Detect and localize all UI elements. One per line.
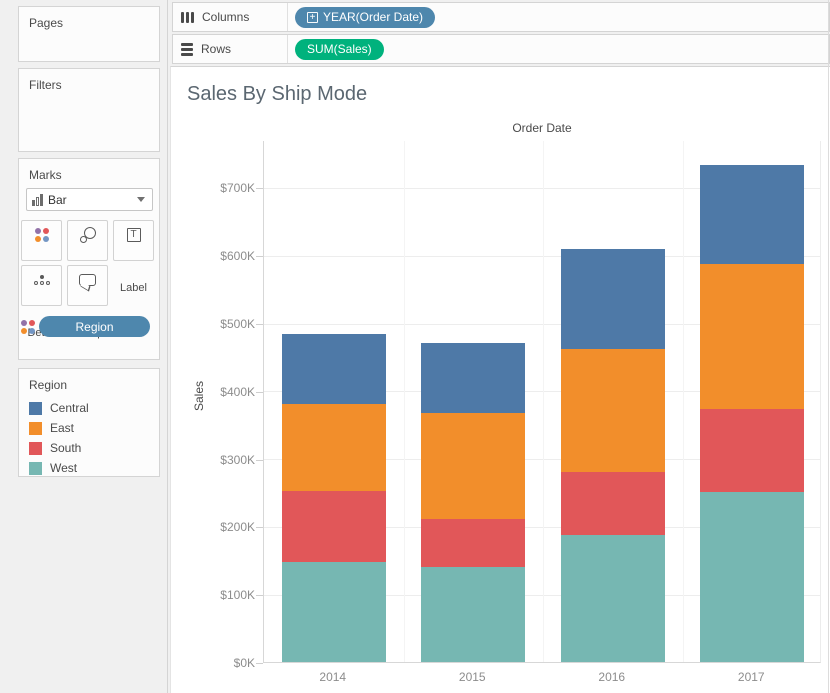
year-order-date-pill[interactable]: + YEAR(Order Date) [295, 7, 435, 28]
y-tick-mark [256, 392, 263, 393]
column-divider [683, 141, 684, 662]
central-swatch [29, 402, 42, 415]
bar-segment-central-2015[interactable] [421, 343, 525, 413]
x-tick-label-2015[interactable]: 2015 [403, 669, 543, 685]
label-button[interactable]: T Label [113, 220, 154, 261]
region-pill[interactable]: Region [39, 316, 150, 337]
bar-segment-east-2016[interactable] [561, 349, 665, 472]
legend-title: Region [19, 369, 159, 392]
detail-dots-icon [34, 275, 50, 285]
y-tick-mark [256, 527, 263, 528]
bar-segment-central-2016[interactable] [561, 249, 665, 349]
south-swatch [29, 442, 42, 455]
bar-segment-central-2014[interactable] [282, 334, 386, 404]
columns-shelf[interactable]: Columns + YEAR(Order Date) [172, 2, 830, 32]
y-tick-label: $500K [191, 316, 255, 332]
bar-segment-south-2015[interactable] [421, 519, 525, 567]
color-dots-icon [35, 228, 49, 242]
color-button[interactable]: Color [21, 220, 62, 261]
column-divider [543, 141, 544, 662]
worksheet: Sales By Ship Mode Order Date Sales $0K$… [170, 66, 830, 693]
y-tick-label: $0K [191, 655, 255, 671]
columns-shelf-head: Columns [173, 3, 288, 31]
sum-sales-pill-text: SUM(Sales) [307, 42, 372, 56]
columns-shelf-label: Columns [202, 10, 249, 24]
y-tick-label: $400K [191, 384, 255, 400]
x-tick-label-2017[interactable]: 2017 [682, 669, 822, 685]
speech-bubble-icon [79, 274, 96, 286]
bar-segment-east-2015[interactable] [421, 413, 525, 519]
legend-item-central[interactable]: Central [19, 398, 159, 418]
chart-pane [263, 141, 821, 663]
column-field-label[interactable]: Order Date [263, 121, 821, 135]
sheet-title[interactable]: Sales By Ship Mode [187, 83, 367, 106]
chevron-down-icon [137, 197, 145, 202]
rows-shelf-head: Rows [173, 35, 288, 63]
pages-shelf-title: Pages [19, 7, 159, 30]
marks-card-title: Marks [19, 159, 159, 182]
y-tick-mark [256, 324, 263, 325]
sidebar: Pages Filters Marks Bar Color Size T Lab… [0, 0, 168, 693]
column-divider [404, 141, 405, 662]
y-tick-label: $100K [191, 587, 255, 603]
text-label-icon: T [127, 228, 141, 242]
size-circles-icon [80, 227, 96, 243]
y-tick-mark [256, 256, 263, 257]
filters-shelf[interactable]: Filters [18, 68, 160, 152]
sum-sales-pill[interactable]: SUM(Sales) [295, 39, 384, 60]
year-order-date-pill-text: YEAR(Order Date) [323, 10, 423, 24]
filters-shelf-title: Filters [19, 69, 159, 92]
bar-segment-east-2017[interactable] [700, 264, 804, 408]
legend-item-east[interactable]: East [19, 418, 159, 438]
window-right-edge [828, 0, 829, 693]
x-tick-label-2014[interactable]: 2014 [263, 669, 403, 685]
marks-card: Marks Bar Color Size T Label Detail Tool… [18, 158, 160, 360]
legend-item-label: West [50, 461, 77, 475]
y-tick-mark [256, 595, 263, 596]
legend-item-south[interactable]: South [19, 438, 159, 458]
color-dots-icon [21, 320, 35, 334]
y-tick-mark [256, 188, 263, 189]
pages-shelf[interactable]: Pages [18, 6, 160, 62]
y-tick-label: $300K [191, 452, 255, 468]
bar-segment-south-2016[interactable] [561, 472, 665, 535]
mark-type-dropdown[interactable]: Bar [26, 188, 153, 211]
bar-segment-south-2017[interactable] [700, 409, 804, 492]
bar-segment-west-2017[interactable] [700, 492, 804, 662]
plus-box-icon[interactable]: + [307, 12, 318, 23]
bar-segment-central-2017[interactable] [700, 165, 804, 265]
bar-segment-east-2014[interactable] [282, 404, 386, 491]
legend-item-label: East [50, 421, 74, 435]
bar-chart-icon [32, 194, 43, 206]
west-swatch [29, 462, 42, 475]
mark-type-value: Bar [48, 193, 67, 207]
legend-item-label: Central [50, 401, 89, 415]
color-legend: Region Central East South West [18, 368, 160, 477]
east-swatch [29, 422, 42, 435]
x-tick-label-2016[interactable]: 2016 [542, 669, 682, 685]
bar-segment-west-2015[interactable] [421, 567, 525, 662]
marks-pill-row: Region [21, 315, 157, 338]
y-tick-mark [256, 663, 263, 664]
tooltip-button[interactable]: Tooltip [67, 265, 108, 306]
legend-items: Central East South West [19, 398, 159, 478]
y-tick-label: $600K [191, 248, 255, 264]
legend-item-label: South [50, 441, 81, 455]
bar-segment-south-2014[interactable] [282, 491, 386, 561]
rows-icon [181, 43, 193, 56]
columns-icon [181, 12, 194, 23]
size-button[interactable]: Size [67, 220, 108, 261]
tableau-worksheet-window: { "shelves": { "columns": { "label": "Co… [0, 0, 830, 693]
y-tick-label: $200K [191, 519, 255, 535]
y-tick-label: $700K [191, 180, 255, 196]
rows-shelf[interactable]: Rows SUM(Sales) [172, 34, 830, 64]
rows-shelf-label: Rows [201, 42, 231, 56]
detail-button[interactable]: Detail [21, 265, 62, 306]
bar-segment-west-2016[interactable] [561, 535, 665, 662]
bar-segment-west-2014[interactable] [282, 562, 386, 662]
y-tick-mark [256, 460, 263, 461]
legend-item-west[interactable]: West [19, 458, 159, 478]
